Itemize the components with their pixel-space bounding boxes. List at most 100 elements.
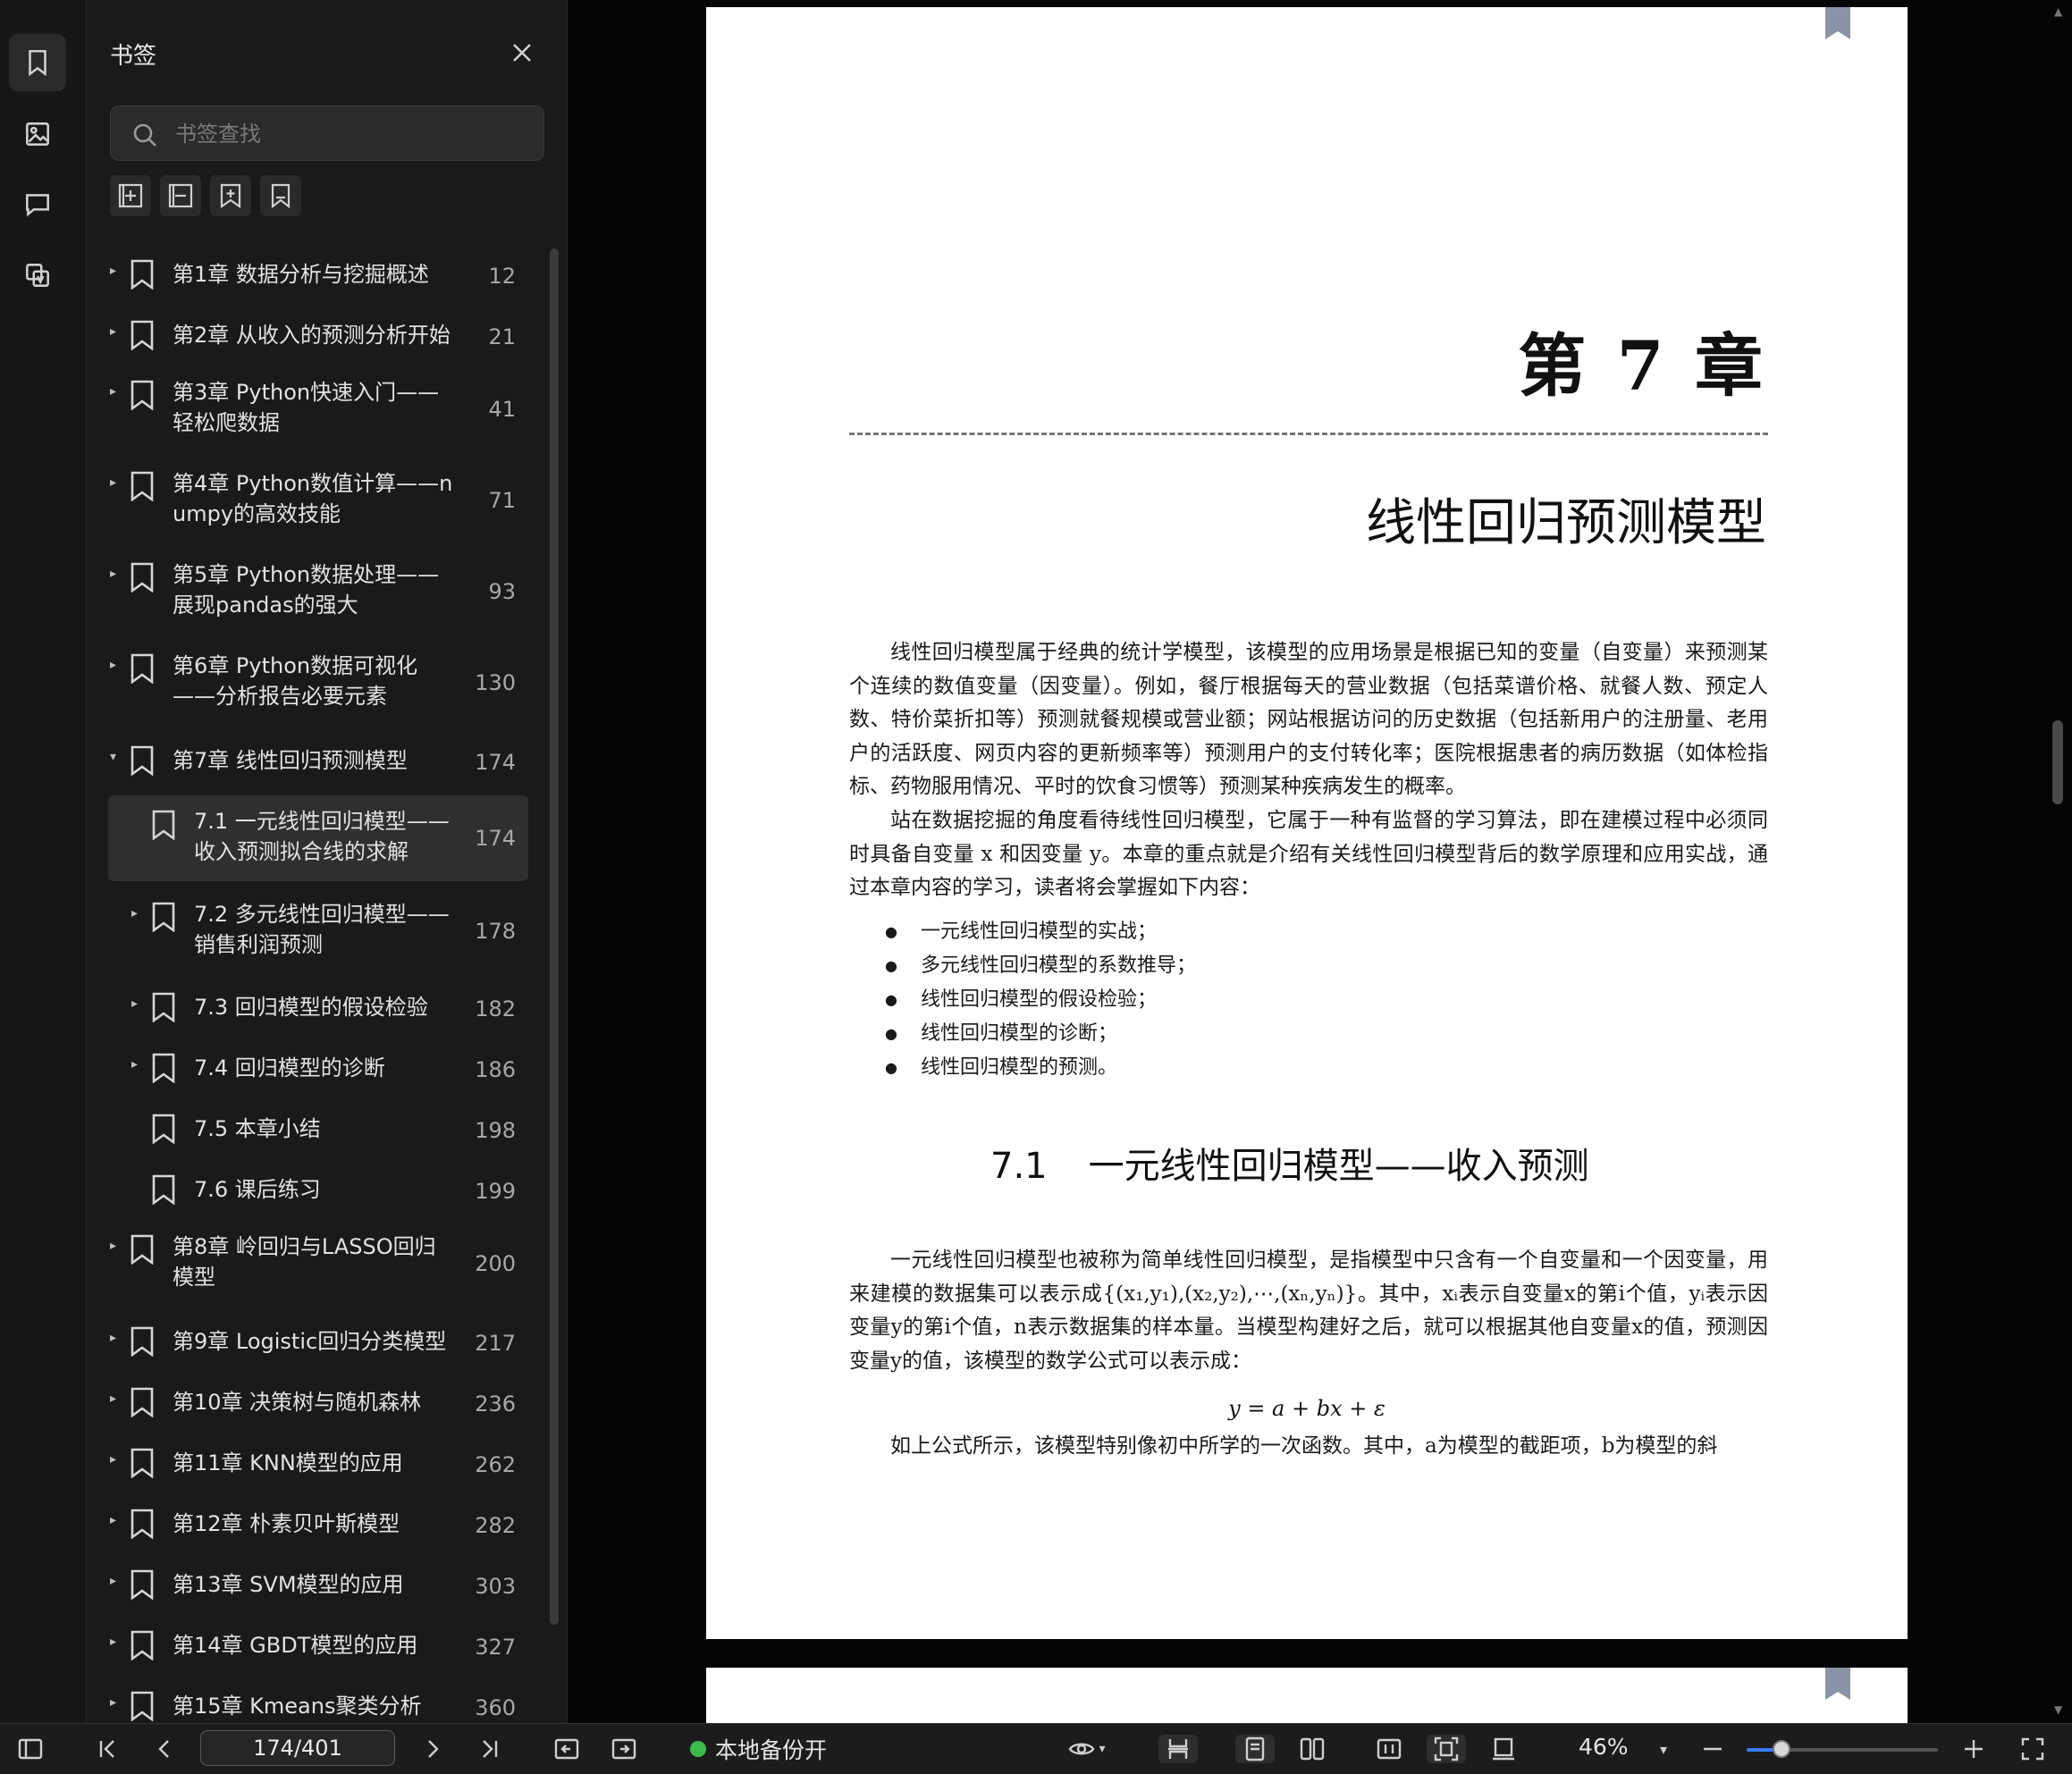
close-panel-button[interactable]: [509, 39, 535, 66]
bookmark-item[interactable]: ▸ 第15章 Kmeans聚类分析 360: [108, 1686, 528, 1723]
formula: y = a + bx + ε: [1228, 1396, 1386, 1421]
expand-arrow-icon[interactable]: ▸: [110, 1574, 128, 1588]
expand-arrow-icon[interactable]: ▸: [110, 1635, 128, 1649]
bookmark-item[interactable]: 7.5 本章小结 198: [108, 1108, 528, 1149]
two-page-button[interactable]: [1294, 1735, 1330, 1763]
expand-arrow-icon[interactable]: ▸: [110, 658, 128, 672]
bookmark-item[interactable]: ▸ 7.2 多元线性回归模型——销售利润预测 178: [108, 895, 528, 963]
bookmark-icon: [130, 1569, 155, 1601]
intro-paragraph: 站在数据挖掘的角度看待线性回归模型，它属于一种有监督的学习算法，即在建模过程中必…: [849, 809, 1768, 899]
thumbnail-icon: [26, 122, 49, 146]
forward-view-button[interactable]: [608, 1735, 640, 1763]
bookmark-scrollbar[interactable]: [550, 248, 559, 1625]
left-icon-rail: [0, 0, 87, 1723]
bookmark-panel-button[interactable]: [9, 34, 66, 91]
zoom-dropdown-button[interactable]: ▾: [1650, 1735, 1677, 1763]
zoom-out-button[interactable]: [1697, 1735, 1729, 1763]
chevron-right-icon: [428, 1740, 439, 1758]
bookmark-item[interactable]: 7.6 课后练习 199: [108, 1169, 528, 1210]
next-page-button[interactable]: [417, 1735, 449, 1763]
expand-arrow-icon[interactable]: ▸: [110, 1513, 128, 1527]
expand-arrow-icon[interactable]: ▸: [131, 996, 149, 1011]
previous-page-button[interactable]: [148, 1735, 181, 1763]
bookmark-item[interactable]: ▸ 第10章 决策树与随机森林 236: [108, 1382, 528, 1423]
fit-width-button[interactable]: [1371, 1735, 1407, 1763]
thumbnail-panel-button[interactable]: [9, 105, 66, 163]
expand-all-button[interactable]: [110, 175, 151, 216]
continuous-page-icon: [1168, 1739, 1188, 1759]
bookmark-item[interactable]: ▸ 第13章 SVM模型的应用 303: [108, 1564, 528, 1605]
bookmark-item[interactable]: ▸ 第9章 Logistic回归分类模型 217: [108, 1321, 528, 1362]
bookmark-item[interactable]: ▸ 第6章 Python数据可视化——分析报告必要元素 130: [108, 647, 528, 715]
bookmark-item[interactable]: ▸ 第14章 GBDT模型的应用 327: [108, 1625, 528, 1666]
bookmark-label: 第2章 从收入的预测分析开始: [173, 323, 451, 348]
comment-panel-button[interactable]: [9, 175, 66, 232]
page-number-input[interactable]: 174/401: [200, 1730, 395, 1766]
bookmark-item[interactable]: ▸ 第8章 岭回归与LASSO回归模型 200: [108, 1228, 528, 1296]
expand-arrow-icon[interactable]: ▸: [110, 475, 128, 490]
collapse-all-button[interactable]: [160, 175, 201, 216]
comment-icon: [26, 194, 49, 217]
zoom-in-button[interactable]: [1958, 1735, 1990, 1763]
bookmark-search-input[interactable]: [173, 106, 535, 162]
expand-arrow-icon[interactable]: ▸: [131, 906, 149, 921]
bookmark-label: 第11章 KNN模型的应用: [173, 1450, 403, 1476]
expand-arrow-icon[interactable]: ▸: [131, 1057, 149, 1072]
zoom-slider-handle[interactable]: [1772, 1740, 1790, 1758]
last-page-button[interactable]: [474, 1735, 506, 1763]
expand-arrow-icon[interactable]: ▸: [110, 264, 128, 278]
bookmark-item[interactable]: ▸ 第3章 Python快速入门——轻松爬数据 41: [108, 374, 528, 441]
bookmark-item[interactable]: ▸ 7.3 回归模型的假设检验 182: [108, 987, 528, 1028]
bookmark-item-selected[interactable]: 7.1 一元线性回归模型——收入预测拟合线的求解 174: [108, 795, 528, 881]
expand-arrow-icon[interactable]: ▸: [110, 1391, 128, 1406]
attachment-panel-button[interactable]: [9, 247, 66, 304]
add-bookmark-button[interactable]: [210, 175, 251, 216]
bookmark-page: 303: [475, 1574, 516, 1599]
page-bookmark-ribbon-icon[interactable]: [1824, 7, 1852, 39]
view-mode-dropdown[interactable]: ▾: [1060, 1735, 1114, 1763]
expand-arrow-icon[interactable]: ▸: [110, 384, 128, 399]
chapter-number: 第 7 章: [1518, 326, 1766, 406]
expand-arrow-icon[interactable]: ▸: [110, 324, 128, 339]
bookmark-page: 199: [475, 1179, 516, 1204]
bookmark-outline-icon: [271, 183, 291, 209]
back-view-button[interactable]: [551, 1735, 583, 1763]
scroll-up-arrow-icon[interactable]: ▲: [2054, 5, 2062, 18]
bookmark-outline-button[interactable]: [260, 175, 301, 216]
toggle-sidebar-button[interactable]: [14, 1735, 46, 1763]
bookmark-item[interactable]: ▸ 第1章 数据分析与挖掘概述 12: [108, 254, 528, 295]
zoom-level[interactable]: 46%: [1579, 1734, 1629, 1760]
single-page-button[interactable]: [1235, 1735, 1275, 1763]
bookmark-page: 93: [488, 579, 516, 604]
bookmark-item[interactable]: ▸ 第4章 Python数值计算——numpy的高效技能 71: [108, 465, 528, 533]
attachment-icon: [26, 264, 49, 287]
page-bookmark-ribbon-icon[interactable]: [1824, 1668, 1852, 1700]
continuous-scroll-button[interactable]: [1158, 1735, 1198, 1763]
bottom-toolbar: 174/401 本地备份开 ▾ 46% ▾: [0, 1723, 2072, 1774]
bookmark-item[interactable]: ▸ 第2章 从收入的预测分析开始 21: [108, 315, 528, 356]
fullscreen-button[interactable]: [2017, 1735, 2049, 1763]
bookmark-label: 7.3 回归模型的假设检验: [194, 995, 428, 1020]
fit-page-button[interactable]: [1427, 1735, 1466, 1763]
bookmark-item[interactable]: ▾ 第7章 线性回归预测模型 174: [108, 740, 528, 781]
minus-icon: [1704, 1747, 1722, 1751]
forward-icon: [611, 1738, 636, 1760]
bookmark-item[interactable]: ▸ 第11章 KNN模型的应用 262: [108, 1442, 528, 1484]
expand-arrow-icon[interactable]: ▸: [110, 1695, 128, 1710]
collapse-arrow-icon[interactable]: ▾: [110, 750, 128, 764]
zoom-slider[interactable]: [1747, 1740, 1938, 1758]
document-scrollbar[interactable]: [2052, 720, 2063, 804]
expand-arrow-icon[interactable]: ▸: [110, 1452, 128, 1467]
rotate-page-button[interactable]: [1486, 1735, 1521, 1763]
expand-arrow-icon[interactable]: ▸: [110, 1239, 128, 1253]
bookmark-item[interactable]: ▸ 第5章 Python数据处理——展现pandas的强大 93: [108, 556, 528, 624]
local-backup-status[interactable]: 本地备份开: [690, 1733, 827, 1765]
first-page-button[interactable]: [91, 1735, 123, 1763]
bookmark-page: 198: [475, 1118, 516, 1143]
bookmark-label: 第7章 线性回归预测模型: [173, 748, 408, 773]
bookmark-item[interactable]: ▸ 7.4 回归模型的诊断 186: [108, 1047, 528, 1089]
expand-arrow-icon[interactable]: ▸: [110, 1331, 128, 1345]
bookmark-item[interactable]: ▸ 第12章 朴素贝叶斯模型 282: [108, 1503, 528, 1544]
expand-arrow-icon[interactable]: ▸: [110, 567, 128, 581]
scroll-down-arrow-icon[interactable]: ▼: [2054, 1703, 2062, 1716]
